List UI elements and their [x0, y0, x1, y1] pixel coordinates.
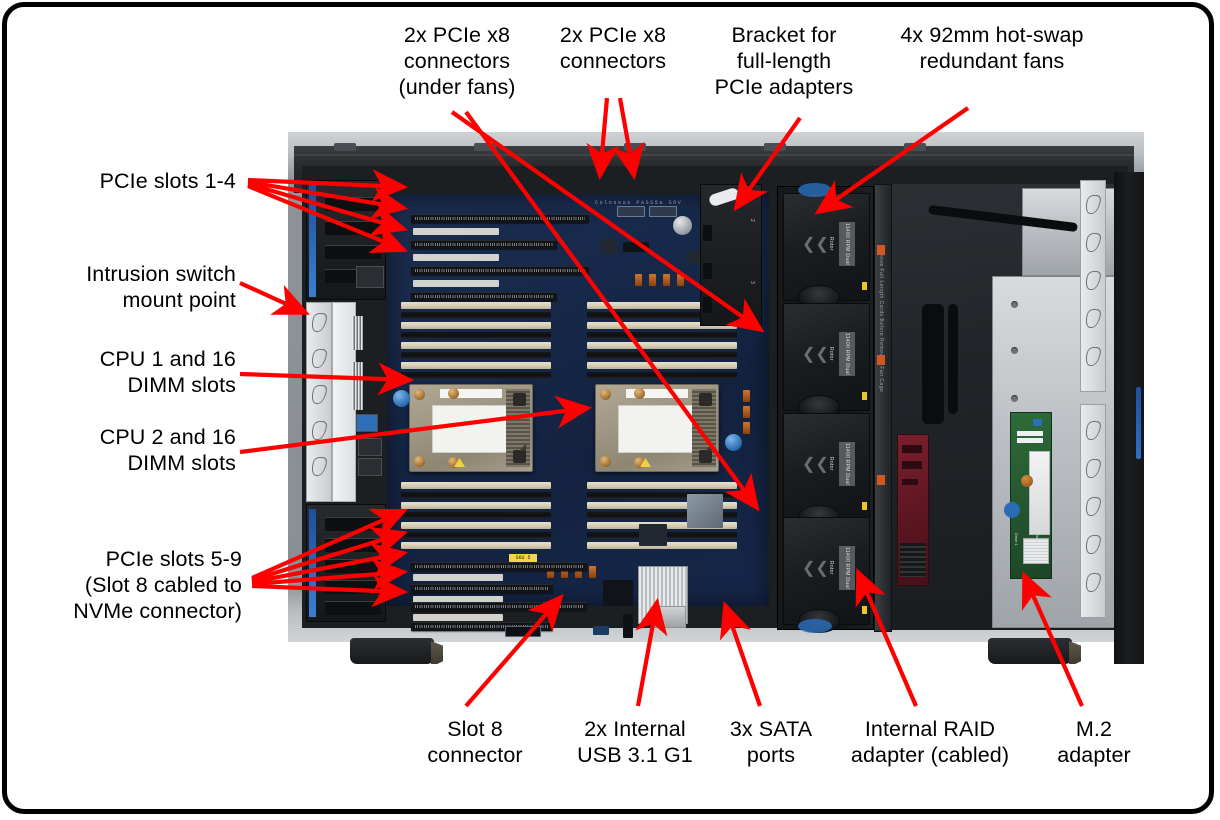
pch-chipset	[687, 494, 723, 528]
fan-cage-baffle: Remove Full Length Cards Before Removing…	[874, 184, 892, 632]
fan-label: 11400 RPM Dual Rotor	[828, 442, 855, 486]
fan-cage: ❮❮ 11400 RPM Dual Rotor ❮❮ 11400 RPM Dua…	[777, 183, 874, 633]
callout-pcie-x8-under-fans: 2x PCIe x8 connectors (under fans)	[398, 23, 516, 99]
fan-module-4[interactable]: ❮❮ 11400 RPM Dual Rotor	[783, 517, 870, 633]
callout-m2-adapter: M.2 adapter	[1057, 717, 1131, 767]
callout-pcie-x8-connectors: 2x PCIe x8 connectors	[559, 23, 667, 73]
fan-module-2[interactable]: ❮❮ 11400 RPM Dual Rotor	[783, 303, 870, 419]
pcie-slot-4	[411, 292, 557, 301]
callout-sata-ports: 3x SATA ports	[729, 717, 813, 767]
m2-adapter-card: Drive 1 Drive 2	[1010, 412, 1052, 579]
cpu1-retention-knob	[393, 390, 410, 407]
chassis-left-rail	[306, 302, 332, 502]
cpu2-heatsink	[595, 384, 719, 472]
pcie-slot-3	[411, 266, 589, 275]
chassis-right-bezel	[1114, 172, 1144, 664]
fan-module-3[interactable]: ❮❮ 11400 RPM Dual Rotor	[783, 413, 870, 529]
callout-cpu2-dimm: CPU 2 and 16 DIMM slots	[99, 425, 236, 475]
chassis-foot-left	[350, 638, 434, 664]
fan-label: 11400 RPM Dual Rotor	[828, 222, 855, 266]
baffle-warning-text: Remove Full Length Cards Before Removing…	[878, 245, 884, 393]
pcie-riser-cage-lower	[306, 504, 386, 622]
chassis-interior: Colossus PASS5a SOV SKU 5 2 3 ❮❮ 11400 R…	[302, 166, 1144, 664]
pcie-x8-connector-a	[617, 206, 645, 217]
internal-raid-adapter	[897, 434, 929, 586]
slot8-nvme-connector	[505, 626, 541, 637]
cpu2-retention-knob	[725, 434, 742, 451]
pcie-slot-2	[411, 240, 557, 249]
pcie-slot-5	[411, 562, 587, 571]
callout-slot8-connector: Slot 8 connector	[427, 717, 523, 767]
pcie-slot-1	[411, 214, 589, 223]
rear-io-connector-blue	[356, 414, 378, 432]
internal-usb-header	[593, 626, 609, 635]
pcie-slot-6	[411, 584, 553, 593]
fan-label: 11400 RPM Dual Rotor	[828, 332, 855, 376]
figure-root: Colossus PASS5a SOV SKU 5 2 3 ❮❮ 11400 R…	[0, 0, 1220, 820]
fan-label: 11400 RPM Dual Rotor	[828, 546, 855, 590]
m2-drive2-label: Drive 2	[1035, 533, 1040, 546]
full-length-card-bracket: 2 3	[700, 184, 762, 326]
callout-bracket-full-length: Bracket for full-length PCIe adapters	[714, 23, 854, 99]
chassis-right-rail	[1080, 180, 1106, 392]
callout-internal-raid: Internal RAID adapter (cabled)	[850, 717, 1010, 767]
server-photograph: Colossus PASS5a SOV SKU 5 2 3 ❮❮ 11400 R…	[288, 122, 1144, 664]
m2-drive1-label: Drive 1	[1014, 533, 1019, 546]
chassis-foot-right	[988, 638, 1072, 664]
rear-io-connector	[356, 266, 384, 288]
drive-bay-shelf-upper	[1022, 188, 1122, 276]
callout-pcie-slots-5-9: PCIe slots 5-9 (Slot 8 cabled to NVMe co…	[73, 547, 242, 623]
m2-ssd-module	[1029, 451, 1050, 535]
callout-pcie-slots-1-4: PCIe slots 1-4	[99, 169, 236, 193]
fan-module-1[interactable]: ❮❮ 11400 RPM Dual Rotor	[783, 193, 870, 309]
callout-intrusion-switch: Intrusion switch mount point	[86, 262, 236, 312]
cmos-battery	[673, 216, 692, 235]
server-chassis: Colossus PASS5a SOV SKU 5 2 3 ❮❮ 11400 R…	[288, 132, 1144, 664]
callout-cpu1-dimm: CPU 1 and 16 DIMM slots	[99, 347, 236, 397]
bezel-accent-stripe	[1136, 387, 1141, 459]
pcie-x8-connector-b	[649, 206, 677, 217]
pcie-slot-8	[411, 602, 587, 611]
sata-port-group	[623, 614, 633, 638]
callout-internal-usb: 2x Internal USB 3.1 G1	[577, 717, 693, 767]
cpu1-heatsink	[409, 384, 533, 472]
callout-hot-swap-fans: 4x 92mm hot-swap redundant fans	[900, 23, 1084, 73]
